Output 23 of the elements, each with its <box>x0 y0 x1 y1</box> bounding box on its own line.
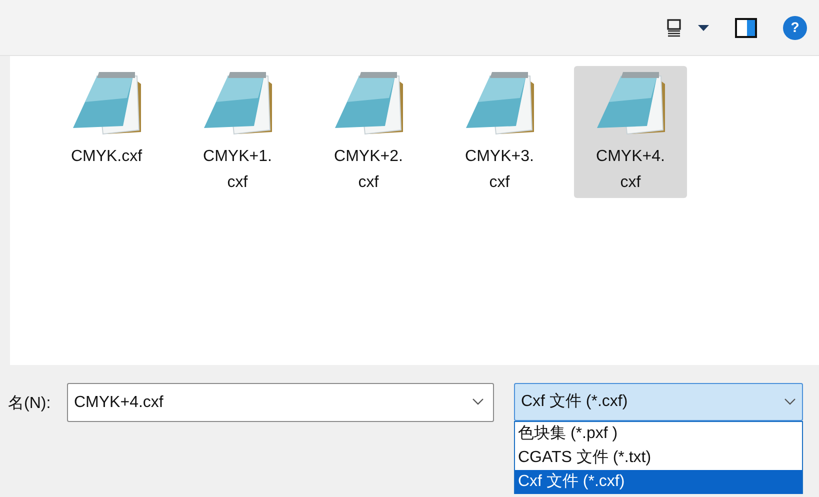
chevron-down-icon <box>472 398 484 406</box>
file-item[interactable]: CMYK+1.cxf <box>181 66 294 198</box>
file-item[interactable]: CMYK+3.cxf <box>443 66 556 198</box>
preview-pane-button[interactable] <box>735 18 757 38</box>
filetype-option[interactable]: CGATS 文件 (*.txt) <box>515 446 802 470</box>
help-button[interactable]: ? <box>783 16 807 40</box>
caret-icon <box>698 24 709 30</box>
file-name: CMYK+1.cxf <box>202 147 273 193</box>
file-item[interactable]: CMYK+2.cxf <box>312 66 425 198</box>
file-name: CMYK.cxf <box>70 147 144 167</box>
chevron-down-icon <box>784 398 796 406</box>
filename-label: 名(N): <box>8 394 52 414</box>
filename-field[interactable]: CMYK+4.cxf <box>67 383 494 422</box>
view-icon <box>666 18 682 36</box>
file-name: CMYK+2.cxf <box>333 147 404 193</box>
view-menu-button[interactable] <box>666 18 709 36</box>
filetype-dropdown[interactable]: Cxf 文件 (*.cxf) <box>514 383 803 421</box>
file-item[interactable]: CMYK.cxf <box>50 66 163 198</box>
file-item[interactable]: CMYK+4.cxf <box>574 66 687 198</box>
file-name: CMYK+3.cxf <box>464 147 535 193</box>
file-name: CMYK+4.cxf <box>595 147 666 193</box>
filetype-option[interactable]: 色块集 (*.pxf ) <box>515 422 802 446</box>
filetype-option[interactable]: Cxf 文件 (*.cxf) <box>515 470 802 494</box>
